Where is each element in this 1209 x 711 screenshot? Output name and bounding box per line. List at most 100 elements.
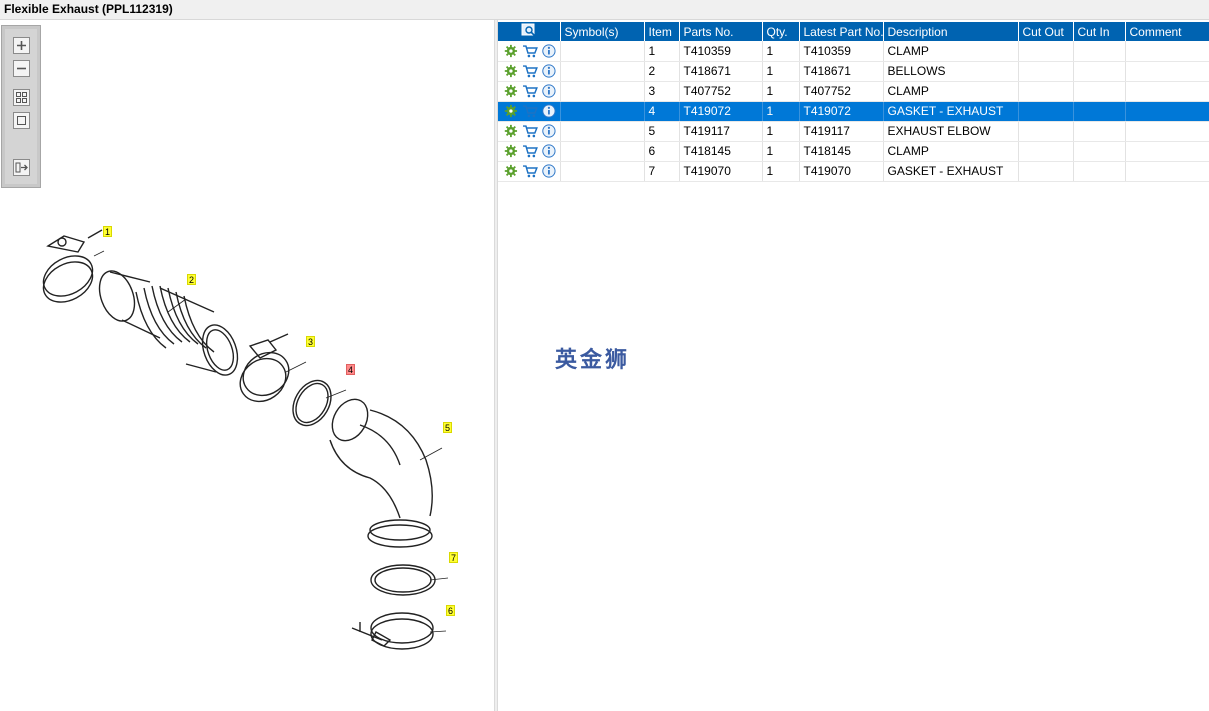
row-action-icons: [498, 81, 561, 102]
row-action-icons: [498, 41, 561, 62]
cell-symbols: [560, 41, 645, 62]
table-row[interactable]: 3 T407752 1 T407752 CLAMP: [498, 81, 1209, 102]
gear-icon[interactable]: [504, 44, 518, 58]
table-row[interactable]: 5 T419117 1 T419117 EXHAUST ELBOW: [498, 121, 1209, 142]
table-row[interactable]: 4 T419072 1 T419072 GASKET - EXHAUST: [498, 101, 1209, 122]
cell-item: 5: [644, 121, 680, 142]
cell-latest-part-no: T410359: [799, 41, 884, 62]
column-header-latest-part-no[interactable]: Latest Part No.: [799, 22, 884, 41]
elbow-part-5: [329, 398, 433, 548]
cell-qty: 1: [762, 41, 800, 62]
cart-icon[interactable]: [522, 164, 538, 178]
column-header-qty[interactable]: Qty.: [762, 22, 800, 41]
column-header-description[interactable]: Description: [883, 22, 1019, 41]
clamp-part-6: [351, 612, 434, 650]
cell-cut-out: [1018, 121, 1074, 142]
callout-6[interactable]: 6: [446, 605, 455, 616]
cell-item: 3: [644, 81, 680, 102]
info-icon[interactable]: [541, 144, 556, 158]
cell-cut-in: [1073, 81, 1126, 102]
column-header-cut-in[interactable]: Cut In: [1073, 22, 1126, 41]
cart-icon[interactable]: [522, 64, 538, 78]
cell-symbols: [560, 81, 645, 102]
cell-qty: 1: [762, 141, 800, 162]
gear-icon[interactable]: [504, 84, 518, 98]
callout-7[interactable]: 7: [449, 552, 458, 563]
cart-icon[interactable]: [522, 124, 538, 138]
cell-symbols: [560, 141, 645, 162]
cart-icon[interactable]: [522, 144, 538, 158]
info-icon[interactable]: [541, 104, 556, 118]
cart-icon[interactable]: [522, 84, 538, 98]
cell-cut-in: [1073, 161, 1126, 182]
cart-icon[interactable]: [522, 44, 538, 58]
callout-1[interactable]: 1: [103, 226, 112, 237]
info-icon[interactable]: [541, 64, 556, 78]
watermark: 英金狮: [555, 348, 631, 373]
table-row[interactable]: 1 T410359 1 T410359 CLAMP: [498, 41, 1209, 62]
cell-cut-in: [1073, 61, 1126, 82]
callout-5[interactable]: 5: [443, 422, 452, 433]
table-row[interactable]: 7 T419070 1 T419070 GASKET - EXHAUST: [498, 161, 1209, 182]
cell-latest-part-no: T419117: [799, 121, 884, 142]
clamp-part-1: [42, 229, 103, 303]
cell-description: GASKET - EXHAUST: [883, 161, 1019, 182]
cell-part-no: T419117: [679, 121, 763, 142]
gasket-part-4: [292, 379, 332, 427]
row-action-icons: [498, 161, 561, 182]
column-header-item[interactable]: Item: [644, 22, 680, 41]
cell-qty: 1: [762, 161, 800, 182]
cell-symbols: [560, 161, 645, 182]
cell-comment: [1125, 161, 1209, 182]
cell-cut-in: [1073, 101, 1126, 122]
parts-table: Symbol(s) Item Parts No. Qty. Latest Par…: [498, 22, 1209, 182]
diagram-pane[interactable]: 1 2 3 4 5 7 6: [0, 20, 494, 711]
gear-icon[interactable]: [504, 144, 518, 158]
cell-comment: [1125, 81, 1209, 102]
info-icon[interactable]: [541, 124, 556, 138]
cell-qty: 1: [762, 121, 800, 142]
search-preview-icon: [521, 23, 536, 37]
cell-part-no: T419072: [679, 101, 763, 122]
cell-description: GASKET - EXHAUST: [883, 101, 1019, 122]
cell-cut-out: [1018, 41, 1074, 62]
cell-description: CLAMP: [883, 141, 1019, 162]
table-header-row: Symbol(s) Item Parts No. Qty. Latest Par…: [498, 22, 1209, 41]
cell-part-no: T418145: [679, 141, 763, 162]
cell-item: 6: [644, 141, 680, 162]
column-header-symbols[interactable]: Symbol(s): [560, 22, 645, 41]
callout-2[interactable]: 2: [187, 274, 196, 285]
cell-item: 1: [644, 41, 680, 62]
column-header-cut-out[interactable]: Cut Out: [1018, 22, 1074, 41]
gasket-part-7: [370, 564, 436, 596]
info-icon[interactable]: [541, 44, 556, 58]
cart-icon[interactable]: [522, 104, 538, 118]
table-row[interactable]: 2 T418671 1 T418671 BELLOWS: [498, 61, 1209, 82]
cell-item: 7: [644, 161, 680, 182]
column-header-icons[interactable]: [498, 22, 561, 41]
cell-description: EXHAUST ELBOW: [883, 121, 1019, 142]
callout-3[interactable]: 3: [306, 336, 315, 347]
cell-qty: 1: [762, 101, 800, 122]
gear-icon[interactable]: [504, 64, 518, 78]
row-action-icons: [498, 121, 561, 142]
gear-icon[interactable]: [504, 104, 518, 118]
gear-icon[interactable]: [504, 164, 518, 178]
cell-part-no: T410359: [679, 41, 763, 62]
parts-list-pane: Symbol(s) Item Parts No. Qty. Latest Par…: [498, 20, 1209, 711]
info-icon[interactable]: [541, 164, 556, 178]
cell-cut-out: [1018, 101, 1074, 122]
cell-part-no: T419070: [679, 161, 763, 182]
gear-icon[interactable]: [504, 124, 518, 138]
cell-qty: 1: [762, 61, 800, 82]
callout-4[interactable]: 4: [346, 364, 355, 375]
cell-symbols: [560, 121, 645, 142]
cell-comment: [1125, 101, 1209, 122]
column-header-part-no[interactable]: Parts No.: [679, 22, 763, 41]
table-row[interactable]: 6 T418145 1 T418145 CLAMP: [498, 141, 1209, 162]
column-header-comment[interactable]: Comment: [1125, 22, 1209, 41]
row-action-icons: [498, 101, 561, 122]
info-icon[interactable]: [541, 84, 556, 98]
cell-comment: [1125, 141, 1209, 162]
cell-cut-out: [1018, 161, 1074, 182]
